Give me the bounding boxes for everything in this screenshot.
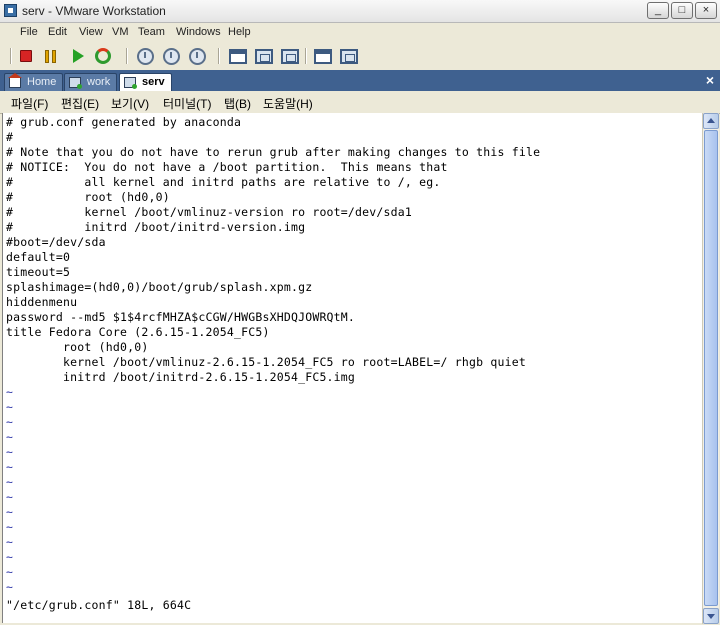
menu-windows[interactable]: Windows bbox=[176, 26, 221, 38]
maximize-button[interactable]: □ bbox=[671, 2, 693, 19]
terminal-line: splashimage=(hd0,0)/boot/grub/splash.xpm… bbox=[6, 280, 313, 294]
terminal-menu-help[interactable]: 도움말(H) bbox=[263, 95, 313, 112]
home-icon bbox=[8, 73, 22, 88]
quick-switch-icon[interactable] bbox=[255, 49, 273, 64]
empty-line-tilde: ~ bbox=[6, 535, 14, 549]
vm-icon bbox=[69, 77, 82, 89]
toolbar-separator bbox=[126, 48, 128, 64]
revert-snapshot-icon[interactable] bbox=[163, 48, 180, 65]
menu-help[interactable]: Help bbox=[228, 26, 251, 38]
snapshot-manager-icon[interactable] bbox=[189, 48, 206, 65]
empty-line-tilde: ~ bbox=[6, 565, 14, 579]
menu-bar: File Edit View VM Team Windows Help bbox=[0, 23, 720, 42]
window-title: serv - VMware Workstation bbox=[22, 4, 166, 18]
close-tab-icon[interactable]: × bbox=[706, 72, 714, 88]
snapshot-icon[interactable] bbox=[137, 48, 154, 65]
terminal-line: # root (hd0,0) bbox=[6, 190, 170, 204]
summary-view-icon[interactable] bbox=[340, 49, 358, 64]
terminal-line: # NOTICE: You do not have a /boot partit… bbox=[6, 160, 448, 174]
toolbar-separator bbox=[218, 48, 220, 64]
terminal-line: # all kernel and initrd paths are relati… bbox=[6, 175, 441, 189]
terminal-menu-file[interactable]: 파일(F) bbox=[11, 95, 48, 112]
terminal-menu-view[interactable]: 보기(V) bbox=[111, 95, 149, 112]
terminal-line: #boot=/dev/sda bbox=[6, 235, 106, 249]
empty-line-tilde: ~ bbox=[6, 505, 14, 519]
empty-line-tilde: ~ bbox=[6, 415, 14, 429]
vertical-scrollbar[interactable] bbox=[702, 113, 719, 624]
vim-status-line: "/etc/grub.conf" 18L, 664C bbox=[6, 598, 192, 612]
empty-line-tilde: ~ bbox=[6, 445, 14, 459]
tab-work[interactable]: work bbox=[64, 73, 118, 91]
terminal-line: # Note that you do not have to rerun gru… bbox=[6, 145, 541, 159]
terminal-line: initrd /boot/initrd-2.6.15-1.2054_FC5.im… bbox=[6, 370, 356, 384]
terminal-line: hiddenmenu bbox=[6, 295, 78, 309]
reset-icon[interactable] bbox=[95, 48, 111, 64]
pause-icon[interactable] bbox=[45, 50, 57, 63]
title-bar: serv - VMware Workstation _ □ × bbox=[0, 0, 720, 23]
sidebar-view-icon[interactable] bbox=[229, 49, 247, 64]
scroll-down-arrow-icon[interactable] bbox=[703, 608, 719, 624]
terminal-menu-terminal[interactable]: 터미널(T) bbox=[163, 95, 211, 112]
empty-line-tilde: ~ bbox=[6, 580, 14, 594]
menu-team[interactable]: Team bbox=[138, 26, 165, 38]
scroll-up-arrow-icon[interactable] bbox=[703, 113, 719, 129]
tab-home[interactable]: Home bbox=[4, 73, 64, 91]
vmware-app-icon bbox=[4, 4, 17, 17]
terminal-content[interactable]: # grub.conf generated by anaconda # # No… bbox=[2, 113, 703, 623]
menu-view[interactable]: View bbox=[79, 26, 103, 38]
scrollbar-thumb[interactable] bbox=[704, 130, 718, 606]
power-on-icon[interactable] bbox=[73, 49, 84, 63]
menu-edit[interactable]: Edit bbox=[48, 26, 67, 38]
empty-line-tilde: ~ bbox=[6, 475, 14, 489]
terminal-line: # kernel /boot/vmlinuz-version ro root=/… bbox=[6, 205, 413, 219]
close-button[interactable]: × bbox=[695, 2, 717, 19]
full-screen-icon[interactable] bbox=[281, 49, 299, 64]
terminal-line: timeout=5 bbox=[6, 265, 71, 279]
terminal-line: password --md5 $1$4rcfMHZA$cCGW/HWGBsXHD… bbox=[6, 310, 356, 324]
terminal-line: # grub.conf generated by anaconda bbox=[6, 115, 242, 129]
terminal-line: # initrd /boot/initrd-version.img bbox=[6, 220, 306, 234]
terminal-line: # bbox=[6, 130, 14, 144]
vm-icon bbox=[124, 77, 137, 89]
power-off-icon[interactable] bbox=[20, 50, 32, 62]
menu-vm[interactable]: VM bbox=[112, 26, 129, 38]
terminal-menu-bar: 파일(F) 편집(E) 보기(V) 터미널(T) 탭(B) 도움말(H) bbox=[0, 91, 720, 114]
empty-line-tilde: ~ bbox=[6, 400, 14, 414]
terminal-line: title Fedora Core (2.6.15-1.2054_FC5) bbox=[6, 325, 270, 339]
empty-line-tilde: ~ bbox=[6, 520, 14, 534]
empty-line-tilde: ~ bbox=[6, 460, 14, 474]
empty-line-tilde: ~ bbox=[6, 550, 14, 564]
toolbar-separator bbox=[305, 48, 307, 64]
tab-serv[interactable]: serv bbox=[119, 73, 172, 91]
terminal-line: root (hd0,0) bbox=[6, 340, 149, 354]
menu-file[interactable]: File bbox=[20, 26, 38, 38]
empty-line-tilde: ~ bbox=[6, 385, 14, 399]
tab-work-label: work bbox=[87, 76, 111, 88]
terminal-line: default=0 bbox=[6, 250, 71, 264]
tab-strip: Home work serv × bbox=[0, 70, 720, 91]
toolbar bbox=[0, 42, 720, 71]
minimize-button[interactable]: _ bbox=[647, 2, 669, 19]
terminal-menu-tabs[interactable]: 탭(B) bbox=[224, 95, 251, 112]
empty-line-tilde: ~ bbox=[6, 430, 14, 444]
terminal-line: kernel /boot/vmlinuz-2.6.15-1.2054_FC5 r… bbox=[6, 355, 527, 369]
empty-line-tilde: ~ bbox=[6, 490, 14, 504]
toolbar-separator bbox=[10, 48, 12, 64]
tab-home-label: Home bbox=[27, 76, 57, 88]
tab-serv-label: serv bbox=[142, 76, 165, 88]
terminal-menu-edit[interactable]: 편집(E) bbox=[61, 95, 99, 112]
console-view-icon[interactable] bbox=[314, 49, 332, 64]
